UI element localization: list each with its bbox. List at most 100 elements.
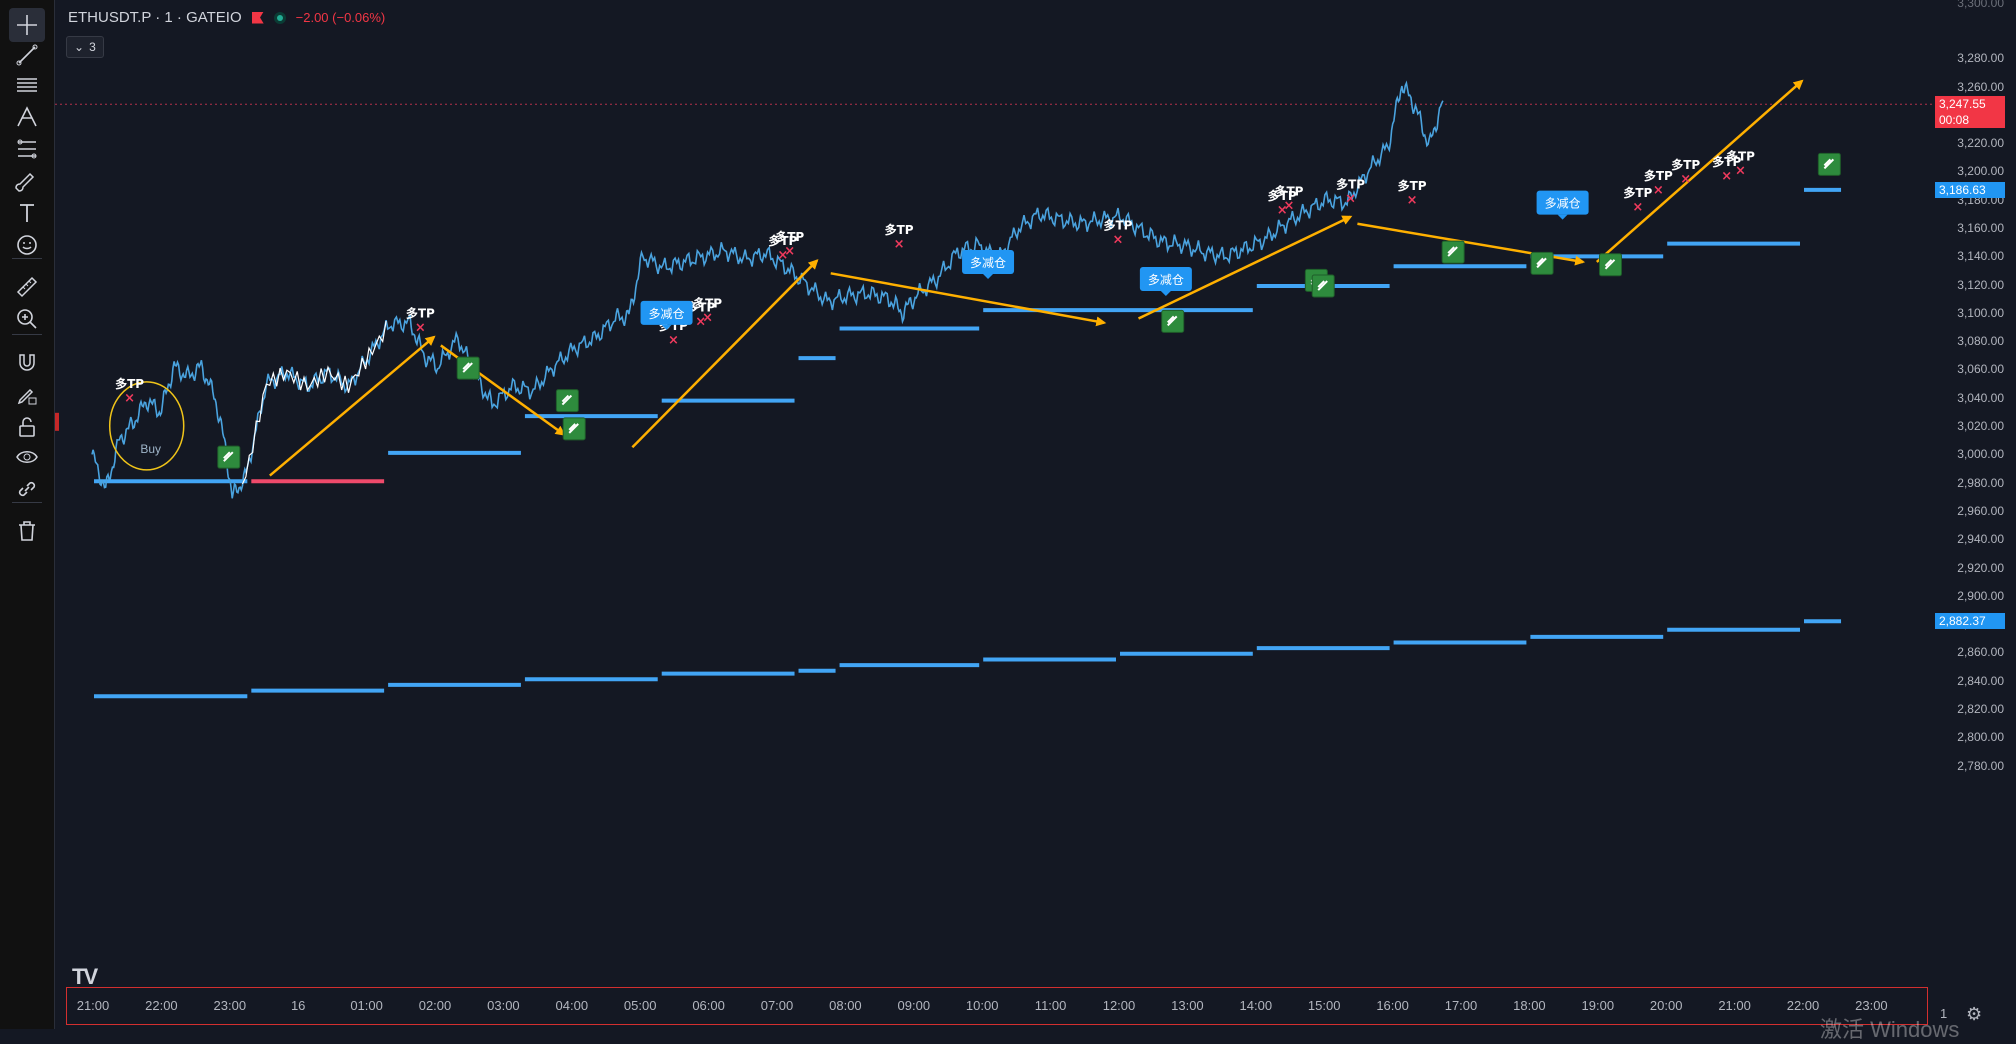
- price-label: 3,140.00: [1957, 249, 2004, 264]
- tp-label: 多TP: [775, 229, 804, 244]
- time-label: 02:00: [418, 998, 452, 1013]
- time-label: 01:00: [350, 998, 383, 1013]
- time-label: 22:00: [1786, 998, 1820, 1013]
- price-label: 3,280.00: [1957, 51, 2004, 66]
- price-series-line: [91, 80, 1444, 499]
- brush-icon: [15, 172, 35, 192]
- bar-countdown-tag: 00:08: [1935, 112, 2005, 129]
- tp-label: 多TP: [1644, 168, 1673, 183]
- symbol-info: ETHUSDT.P · 1 · GATEIO −2.00 (−0.06%): [68, 9, 385, 26]
- link-tool[interactable]: [9, 472, 45, 506]
- lower-level-tag: 2,882.37: [1935, 612, 2005, 629]
- price-chart[interactable]: Buy多TP×多TP× 多TP×多TP×多TP×多TP×多TP×多TP×多TP×多…: [55, 0, 1932, 987]
- trend-arrow: [830, 272, 1107, 327]
- indicators-collapse-button[interactable]: ⌄ 3: [66, 36, 104, 58]
- price-label: 3,200.00: [1957, 164, 2004, 179]
- tp-label: 多TP: [1275, 184, 1304, 199]
- price-label: 3,040.00: [1957, 390, 2004, 405]
- tp-cross-icon: ×: [1721, 169, 1732, 184]
- time-label: 16:00: [1376, 998, 1409, 1013]
- price-label: 3,260.00: [1957, 79, 2004, 94]
- time-label: 23:00: [1855, 998, 1888, 1013]
- eye-icon: [16, 451, 38, 463]
- price-scale[interactable]: 3,300.003,280.003,260.003,240.003,220.00…: [1932, 0, 2016, 1000]
- time-label: 12:00: [1102, 998, 1136, 1013]
- time-label: 18:00: [1513, 998, 1546, 1013]
- brush-tool[interactable]: [9, 166, 45, 200]
- ruler-icon: [16, 276, 38, 298]
- time-label: 21:00: [76, 998, 110, 1013]
- price-label: 2,940.00: [1957, 532, 2004, 547]
- tp-label: 多TP: [1336, 177, 1365, 192]
- hide-tool[interactable]: [9, 440, 45, 474]
- time-axis[interactable]: 21:00 22:00 23:00 16 01:00 02:00 03:00 04:00 05:…: [66, 987, 1928, 1025]
- tp-cross-icon: ×: [1680, 172, 1691, 187]
- add-tag-pointer: [1160, 290, 1171, 296]
- tp-label: 多TP: [115, 376, 144, 391]
- flag-icon[interactable]: [251, 11, 264, 24]
- crosshair-tool[interactable]: [9, 8, 45, 42]
- symbol-label[interactable]: ETHUSDT.P · 1 · GATEIO: [68, 9, 242, 26]
- stay-drawing-tool[interactable]: [9, 378, 45, 412]
- horizontal-lines-tool[interactable]: [9, 68, 45, 102]
- toolbar-separator: [12, 502, 42, 503]
- chevron-down-icon: ⌄: [74, 40, 85, 54]
- tp-cross-icon: ×: [1632, 200, 1643, 215]
- price-label: 2,900.00: [1957, 588, 2004, 603]
- upper-level-tag: 3,186.63: [1935, 182, 2005, 199]
- windows-activation-watermark: 激活 Windows: [1820, 1017, 1960, 1042]
- tp-label: 多TP: [885, 222, 914, 237]
- time-label: 10:00: [965, 998, 999, 1013]
- tp-cross-icon: ×: [1284, 199, 1295, 214]
- indicator-count: 3: [89, 40, 96, 54]
- magnet-icon: [19, 354, 35, 371]
- time-label: 11:00: [1034, 998, 1067, 1013]
- pitchfork-tool[interactable]: [9, 100, 45, 134]
- price-label: 2,780.00: [1957, 758, 2004, 773]
- time-label: 20:00: [1649, 998, 1683, 1013]
- lock-icon: [19, 417, 35, 437]
- price-label: 3,000.00: [1957, 447, 2004, 462]
- remove-tool[interactable]: [9, 514, 45, 548]
- measure-tool[interactable]: [9, 270, 45, 304]
- gear-icon[interactable]: ⚙: [1966, 1004, 1982, 1025]
- crosshair-icon: [17, 15, 37, 35]
- price-label: 3,060.00: [1957, 362, 2004, 377]
- price-label: 2,980.00: [1957, 475, 2004, 490]
- price-label: 2,820.00: [1957, 701, 2004, 716]
- price-label: 3,220.00: [1957, 136, 2004, 151]
- time-label: 14:00: [1239, 998, 1273, 1013]
- time-label: 07:00: [760, 998, 794, 1013]
- emoji-icon: [17, 235, 37, 255]
- add-tag-label: 多减仓: [649, 307, 685, 321]
- add-tag-pointer: [983, 273, 994, 279]
- time-label: 22:00: [145, 998, 178, 1013]
- buy-label: Buy: [140, 442, 161, 456]
- time-label: 15:00: [1307, 998, 1341, 1013]
- toolbar-separator: [12, 258, 42, 259]
- time-label: 06:00: [692, 998, 725, 1013]
- market-status-icon: [273, 11, 286, 24]
- text-tool[interactable]: [9, 196, 45, 230]
- tp-label: 多TP: [1623, 185, 1652, 200]
- tp-cross-icon: ×: [1113, 233, 1124, 248]
- add-tag-label: 多减仓: [1545, 197, 1581, 211]
- zoom-in-icon: [17, 309, 37, 329]
- tp-cross-icon: ×: [1345, 192, 1356, 207]
- time-label: 05:00: [623, 998, 657, 1013]
- trend-line-tool[interactable]: [9, 38, 45, 72]
- buy-annotation-ellipse: [108, 381, 185, 471]
- tp-cross-icon: ×: [668, 333, 679, 348]
- trash-icon: [19, 521, 35, 541]
- time-label: 23:00: [213, 998, 247, 1013]
- price-label: 3,160.00: [1957, 221, 2004, 236]
- zoom-tool[interactable]: [9, 302, 45, 336]
- left-edge-marker: [55, 412, 59, 431]
- magnet-tool[interactable]: [9, 346, 45, 380]
- price-label: 3,100.00: [1957, 305, 2004, 320]
- emoji-tool[interactable]: [9, 228, 45, 262]
- lock-tool[interactable]: [9, 410, 45, 444]
- time-label: 03:00: [487, 998, 520, 1013]
- tp-cross-icon: ×: [1735, 163, 1746, 178]
- fib-tool[interactable]: [9, 132, 45, 166]
